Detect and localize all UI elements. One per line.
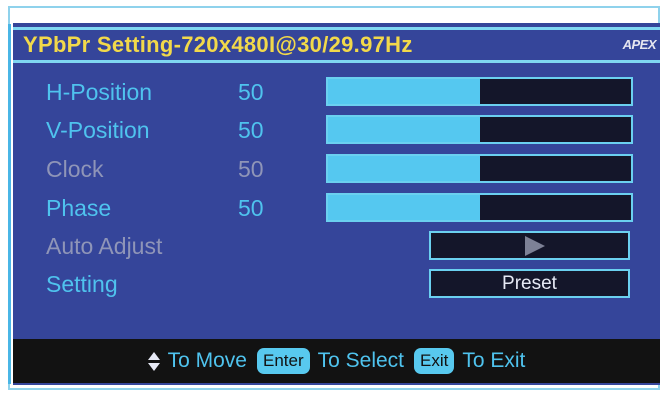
slider-fill bbox=[328, 79, 480, 104]
h-position-slider[interactable] bbox=[326, 77, 633, 106]
menu-item-clock: Clock 50 bbox=[13, 151, 660, 185]
brand-logo: APEX bbox=[622, 37, 657, 52]
play-icon bbox=[524, 235, 545, 256]
menu-item-label: Phase bbox=[46, 195, 112, 221]
select-hint: To Select bbox=[317, 349, 405, 372]
move-hint: To Move bbox=[167, 349, 247, 372]
exit-key-badge: Exit bbox=[414, 348, 455, 374]
menu-item-label: H-Position bbox=[46, 79, 153, 105]
menu-item-phase[interactable]: Phase 50 bbox=[13, 190, 660, 224]
page-title: YPbPr Setting-720x480I@30/29.97Hz bbox=[23, 32, 413, 57]
exit-hint: To Exit bbox=[462, 349, 526, 372]
menu-item-value: 50 bbox=[238, 79, 264, 105]
clock-slider bbox=[326, 154, 633, 183]
menu-item-v-position[interactable]: V-Position 50 bbox=[13, 112, 660, 146]
menu-item-label: Auto Adjust bbox=[46, 233, 163, 259]
menu-item-value: 50 bbox=[238, 117, 264, 143]
slider-fill bbox=[328, 117, 480, 142]
frame-edge bbox=[8, 24, 11, 384]
setting-value: Preset bbox=[502, 272, 557, 294]
key-hint-bar: To Move Enter To Select Exit To Exit bbox=[13, 339, 660, 383]
menu-item-h-position[interactable]: H-Position 50 bbox=[13, 74, 660, 108]
menu-item-value: 50 bbox=[238, 195, 264, 221]
phase-slider[interactable] bbox=[326, 193, 633, 222]
setting-select[interactable]: Preset bbox=[429, 269, 630, 298]
menu-item-auto-adjust[interactable]: Auto Adjust bbox=[13, 228, 660, 262]
slider-fill bbox=[328, 195, 480, 220]
menu-item-label: V-Position bbox=[46, 117, 150, 143]
menu-item-label: Clock bbox=[46, 156, 104, 182]
menu-item-setting[interactable]: Setting Preset bbox=[13, 266, 660, 300]
slider-fill bbox=[328, 156, 480, 181]
up-down-arrows-icon bbox=[147, 351, 160, 371]
title-bar: YPbPr Setting-720x480I@30/29.97Hz APEX bbox=[13, 27, 660, 63]
enter-key-badge: Enter bbox=[256, 348, 310, 374]
menu-item-label: Setting bbox=[46, 271, 118, 297]
auto-adjust-button[interactable] bbox=[429, 231, 630, 260]
menu-item-value: 50 bbox=[238, 156, 264, 182]
v-position-slider[interactable] bbox=[326, 115, 633, 144]
